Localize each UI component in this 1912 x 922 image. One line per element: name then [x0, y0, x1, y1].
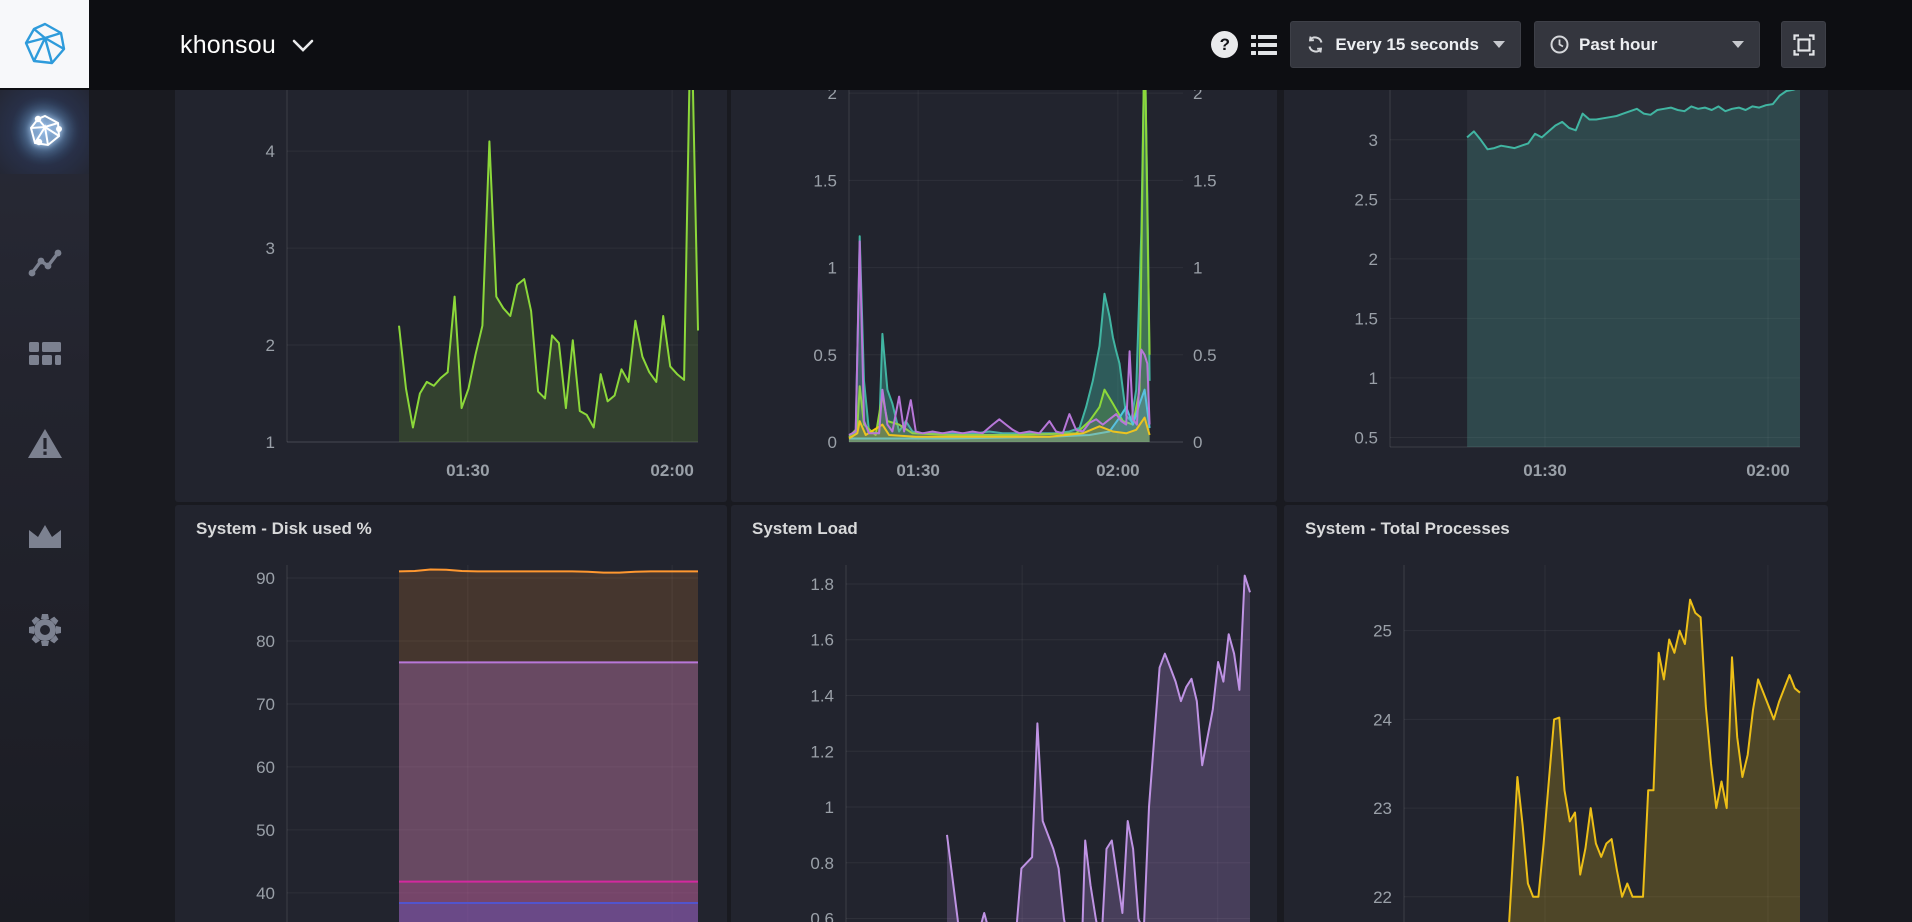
sidebar-item-app-network[interactable]: [0, 88, 89, 174]
svg-text:1.5: 1.5: [813, 171, 837, 190]
svg-text:2: 2: [1193, 90, 1202, 103]
panel-title[interactable]: System - Disk used %: [196, 519, 372, 539]
chart-top-left[interactable]: 4 3 2 1 01:30 02:00: [175, 90, 727, 502]
gear-icon: [27, 612, 63, 648]
dashboard-grid-icon: [28, 341, 62, 367]
refresh-interval-dropdown[interactable]: Every 15 seconds: [1290, 21, 1521, 68]
svg-text:3: 3: [266, 239, 275, 258]
svg-text:1: 1: [825, 798, 834, 817]
caret-down-icon: [1732, 41, 1744, 48]
fullscreen-button[interactable]: [1781, 21, 1826, 68]
svg-text:3: 3: [1369, 131, 1378, 150]
svg-text:1.4: 1.4: [810, 686, 834, 705]
svg-text:60: 60: [256, 758, 275, 777]
sidebar-item-metrics[interactable]: [0, 221, 89, 307]
panel-top-middle: 2 1.5 1 0.5 0 2 1.5 1 0.5 0 01:30 02:00: [731, 90, 1277, 502]
svg-text:01:30: 01:30: [446, 461, 489, 480]
refresh-icon: [1306, 35, 1325, 54]
panel-title[interactable]: System Load: [752, 519, 858, 539]
svg-text:0.6: 0.6: [810, 910, 834, 922]
svg-text:01:30: 01:30: [1523, 461, 1566, 480]
panel-system-load: System Load 1.8 1.6 1.4 1.2 1 0.8 0.6: [731, 505, 1277, 922]
chart-top-middle[interactable]: 2 1.5 1 0.5 0 2 1.5 1 0.5 0 01:30 02:00: [731, 90, 1277, 502]
sidebar-item-alerts[interactable]: [0, 401, 89, 487]
svg-text:0.5: 0.5: [813, 346, 837, 365]
refresh-interval-label: Every 15 seconds: [1335, 35, 1479, 55]
svg-text:1: 1: [1369, 369, 1378, 388]
time-range-label: Past hour: [1579, 35, 1657, 55]
svg-text:01:30: 01:30: [896, 461, 939, 480]
panel-system-total-processes: System - Total Processes 25 24 23 22: [1284, 505, 1828, 922]
chevron-down-icon[interactable]: [292, 39, 314, 52]
svg-text:1.8: 1.8: [810, 575, 834, 594]
svg-text:0.8: 0.8: [810, 854, 834, 873]
chart-system-total-processes[interactable]: 25 24 23 22: [1284, 505, 1828, 922]
svg-text:1: 1: [828, 259, 837, 278]
network-polyhedron-icon: [26, 112, 64, 150]
svg-text:02:00: 02:00: [650, 461, 693, 480]
svg-text:0: 0: [828, 433, 837, 452]
caret-down-icon: [1493, 41, 1505, 48]
alert-triangle-icon: [27, 428, 63, 460]
svg-text:22: 22: [1373, 888, 1392, 907]
crown-icon: [27, 523, 63, 549]
fullscreen-icon: [1793, 34, 1815, 56]
app-logo[interactable]: [0, 0, 89, 88]
dashboard-title[interactable]: khonsou: [180, 31, 276, 60]
panel-top-right: 3.532.521.510.501:3002:00: [1284, 90, 1828, 502]
svg-text:0.5: 0.5: [1193, 346, 1217, 365]
svg-text:2: 2: [828, 90, 837, 103]
help-button[interactable]: ?: [1211, 31, 1238, 58]
panel-top-left: 4 3 2 1 01:30 02:00: [175, 90, 727, 502]
sidebar-nav: [0, 88, 89, 922]
panel-title[interactable]: System - Total Processes: [1305, 519, 1510, 539]
svg-text:40: 40: [256, 884, 275, 903]
svg-text:1: 1: [1193, 259, 1202, 278]
top-nav-bar: khonsou ? E: [0, 0, 1912, 90]
line-chart-icon: [28, 249, 62, 279]
svg-text:1.2: 1.2: [810, 742, 834, 761]
sidebar-item-dashboards[interactable]: [0, 311, 89, 397]
svg-text:90: 90: [256, 569, 275, 588]
svg-text:4: 4: [266, 142, 275, 161]
svg-text:02:00: 02:00: [1746, 461, 1789, 480]
sidebar-item-settings[interactable]: [0, 587, 89, 673]
clock-icon: [1550, 35, 1569, 54]
svg-text:1.5: 1.5: [1354, 309, 1378, 328]
list-icon: [1251, 34, 1277, 56]
dashboard-grid: 4 3 2 1 01:30 02:00 2 1.5 1 0.5 0 2 1.5 1 0.5 0 01:30 02…: [89, 90, 1912, 922]
time-range-dropdown[interactable]: Past hour: [1534, 21, 1760, 68]
chart-system-load[interactable]: 1.8 1.6 1.4 1.2 1 0.8 0.6: [731, 505, 1277, 922]
polyhedron-logo-icon: [22, 21, 68, 67]
svg-text:0.5: 0.5: [1354, 428, 1378, 447]
chart-system-disk-used[interactable]: 90 80 70 60 50 40: [175, 505, 727, 922]
svg-text:2: 2: [266, 336, 275, 355]
svg-text:1.6: 1.6: [810, 631, 834, 650]
svg-text:23: 23: [1373, 799, 1392, 818]
panel-system-disk-used: System - Disk used % 90 80 70 60 50 40: [175, 505, 727, 922]
svg-text:70: 70: [256, 695, 275, 714]
svg-text:0: 0: [1193, 433, 1202, 452]
svg-text:1.5: 1.5: [1193, 171, 1217, 190]
panel-list-button[interactable]: [1251, 34, 1277, 56]
svg-text:80: 80: [256, 632, 275, 651]
svg-text:50: 50: [256, 821, 275, 840]
svg-text:25: 25: [1373, 622, 1392, 641]
chart-top-right[interactable]: 3.532.521.510.501:3002:00: [1284, 90, 1828, 502]
svg-text:24: 24: [1373, 710, 1392, 729]
svg-text:02:00: 02:00: [1096, 461, 1139, 480]
svg-text:2.5: 2.5: [1354, 190, 1378, 209]
sidebar-item-watcher[interactable]: [0, 493, 89, 579]
svg-text:1: 1: [266, 433, 275, 452]
svg-text:2: 2: [1369, 250, 1378, 269]
